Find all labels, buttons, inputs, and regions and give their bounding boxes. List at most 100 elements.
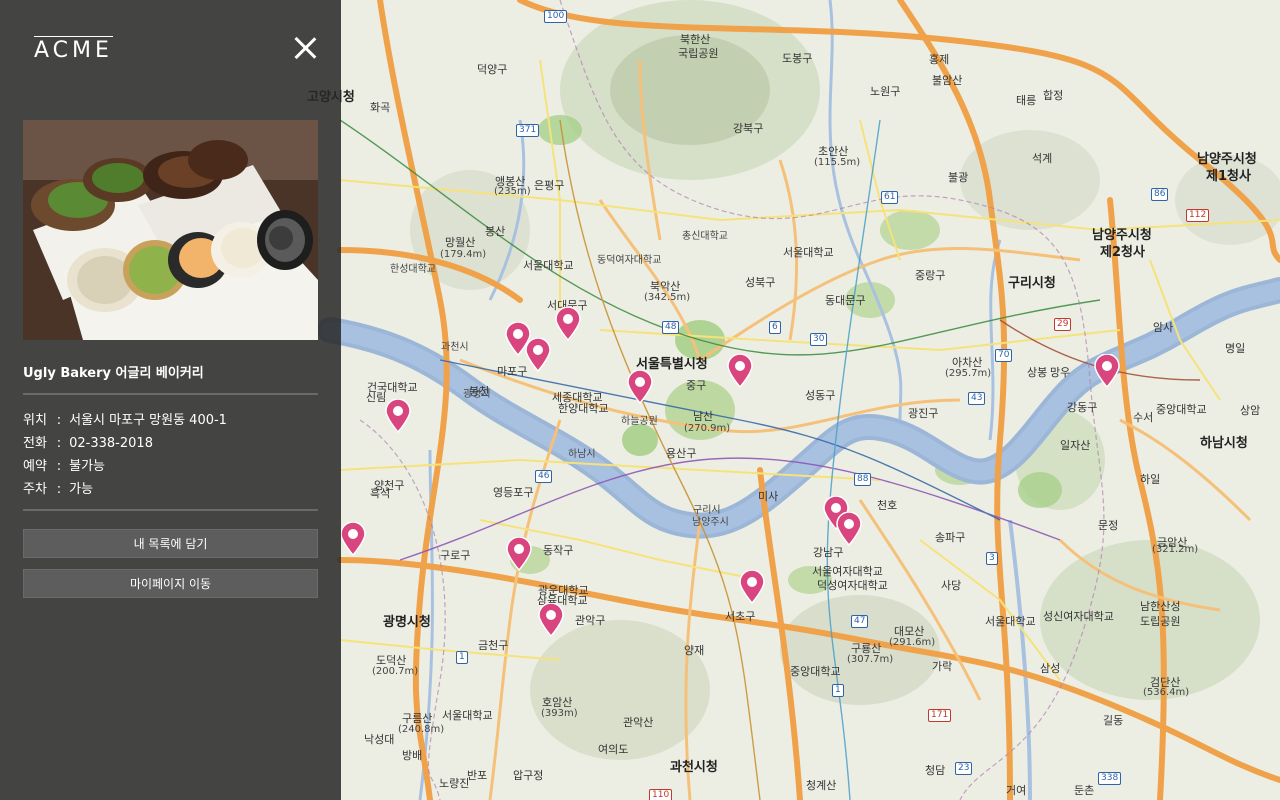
map-label: 하남시청 (1200, 436, 1248, 451)
detail-panel: ACME Ugly Bakery 어글리 베이커리 위치: 서울시 마포구 망… (0, 0, 341, 800)
map-label: 서울대학교 (523, 259, 574, 272)
location-pin[interactable] (340, 522, 366, 556)
location-pin[interactable] (525, 338, 551, 372)
info-sep: : (56, 436, 62, 451)
map-label: 광명시청 (383, 615, 431, 630)
map-label: (536.4m) (1143, 687, 1190, 698)
map-label: 관악구 (575, 614, 606, 627)
map-label: 성북구 (745, 276, 776, 289)
location-pin[interactable] (506, 537, 532, 571)
map-label: 남양주시청 (1197, 152, 1257, 167)
location-pin[interactable] (836, 512, 862, 546)
location-pin[interactable] (727, 354, 753, 388)
route-shield: 371 (516, 124, 540, 137)
route-shield: 29 (1054, 318, 1072, 331)
map-label: 북악산 (650, 280, 681, 293)
map-label: 동덕여자대학교 (597, 255, 662, 266)
map-label: 노원구 (870, 85, 901, 98)
map-label: 도봉구 (782, 52, 813, 65)
info-sep: : (56, 459, 62, 474)
map-label: 대모산 (894, 625, 925, 638)
route-shield: 1 (832, 684, 844, 697)
map-label: 노량진 (439, 777, 470, 790)
map-label: 한양대학교 (558, 402, 609, 415)
map-label: 구리시청 (1008, 276, 1056, 291)
map-label: 건국대학교 (367, 381, 418, 394)
go-mypage-button[interactable]: 마이페이지 이동 (23, 569, 318, 598)
map-pin-icon (525, 338, 551, 372)
location-pin[interactable] (385, 399, 411, 433)
map-label: 청계산 (806, 779, 837, 792)
map-label: 가락 (932, 660, 953, 673)
map-label: 명일 (1225, 342, 1246, 355)
map-label: 금천구 (478, 639, 509, 652)
map-label: 덕양구 (477, 63, 508, 76)
location-pin[interactable] (1094, 354, 1120, 388)
map-label: 일자산 (1060, 439, 1091, 452)
map-label: (240.8m) (398, 724, 445, 735)
map-pin-icon (385, 399, 411, 433)
map-label: 남양주시 (692, 517, 729, 528)
location-pin[interactable] (739, 570, 765, 604)
add-to-list-button[interactable]: 내 목록에 담기 (23, 529, 318, 558)
map-label: 영등포구 (493, 486, 534, 499)
map-label: 하남시 (568, 449, 596, 460)
map-label: 용산구 (666, 447, 697, 460)
map-label: 낙성대 (364, 733, 395, 746)
brand-logo[interactable]: ACME (34, 36, 113, 63)
info-value: 서울시 마포구 망원동 400-1 (69, 413, 227, 428)
map-label: 서울대학교 (783, 246, 834, 259)
divider (23, 509, 318, 511)
map-label: 동작구 (543, 544, 574, 557)
map-label: (115.5m) (814, 157, 861, 168)
map-label: 동대문구 (825, 294, 866, 307)
map-label: 마포구 (497, 365, 528, 378)
map-label: 하일 (1140, 473, 1161, 486)
map-label: 호암산 (542, 696, 573, 709)
map-label: 합정 (1043, 89, 1064, 102)
route-shield: 86 (1151, 188, 1169, 201)
map-label: (270.9m) (684, 423, 731, 434)
map-label: 청담 (925, 764, 946, 777)
route-shield: 47 (851, 615, 869, 628)
map-label: (393m) (541, 708, 578, 719)
map-label: 제2청사 (1100, 245, 1145, 260)
map-label: 불암산 (932, 74, 963, 87)
route-shield: 48 (662, 321, 680, 334)
map-label: 구로구 (440, 549, 471, 562)
map-pin-icon (555, 307, 581, 341)
location-pin[interactable] (627, 370, 653, 404)
map-label: 상봉 (1027, 366, 1048, 379)
map-label: 흑석 (370, 487, 391, 500)
map-label: 제1청사 (1206, 169, 1251, 184)
map-label: 중구 (686, 379, 707, 392)
map-label: 관악산 (623, 716, 654, 729)
map-label: 태릉 (1016, 94, 1037, 107)
location-pin[interactable] (538, 603, 564, 637)
map-label: 문정 (1098, 519, 1119, 532)
map-label: 강동구 (1067, 401, 1098, 414)
map-pin-icon (1094, 354, 1120, 388)
map-label: 둔촌 (1074, 784, 1095, 797)
map-label: 중앙대학교 (1156, 403, 1207, 416)
map-label: 미사 (758, 490, 779, 503)
map-pin-icon (340, 522, 366, 556)
map-label: 서울여자대학교 (812, 565, 883, 578)
map-label: 암사 (1153, 321, 1174, 334)
map-label: (291.6m) (889, 637, 936, 648)
route-shield: 100 (544, 10, 568, 23)
map-label: 강남구 (813, 546, 844, 559)
info-sep: : (56, 413, 62, 428)
map-label: 삼성 (1040, 662, 1061, 675)
map-label: 여의도 (598, 743, 629, 756)
map-label: 중랑구 (915, 269, 946, 282)
map-label: (179.4m) (440, 249, 487, 260)
divider (23, 393, 318, 395)
map-label: (307.7m) (847, 654, 894, 665)
route-shield: 6 (769, 321, 781, 334)
map-label: 성신여자대학교 (1043, 610, 1114, 623)
map-label: 도덕산 (376, 654, 407, 667)
close-icon[interactable] (292, 35, 318, 61)
map-label: 덕성여자대학교 (817, 579, 888, 592)
location-pin[interactable] (555, 307, 581, 341)
